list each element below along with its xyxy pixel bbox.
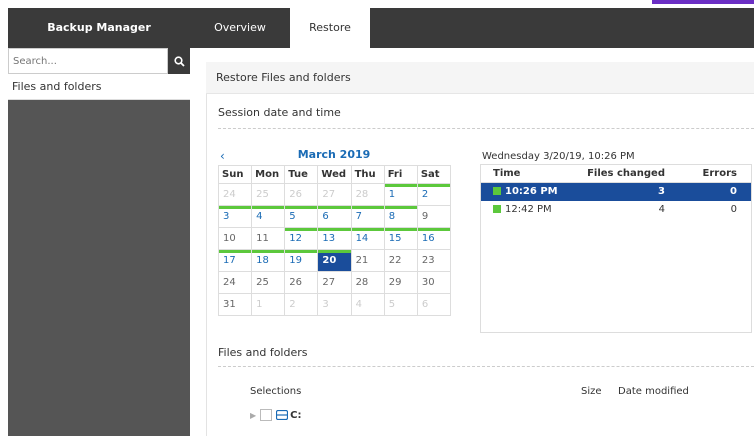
calendar-day: 4 [350,293,385,316]
calendar-day[interactable]: 8 [383,205,418,228]
calendar-day[interactable]: 24 [217,271,253,294]
calendar-day[interactable]: 9 [416,205,452,228]
calendar-day[interactable]: 19 [284,249,319,272]
calendar-day-selected[interactable]: 20 [317,249,352,272]
drive-icon [276,410,289,420]
session-time-text: 12:42 PM [505,204,552,215]
session-time: 10:26 PM [493,183,558,201]
col-time-header: Time [493,168,521,179]
sidebar: Files and folders [8,48,190,436]
sessions-header: Time Files changed Errors [481,165,751,183]
calendar-day: 25 [251,183,286,206]
calendar-day[interactable]: 23 [416,249,452,272]
calendar-day[interactable]: 31 [217,293,253,316]
calendar-day: 6 [416,293,452,316]
files-section-title: Files and folders [218,346,308,359]
calendar-day[interactable]: 30 [416,271,452,294]
calendar-day: 27 [317,183,352,206]
search-input[interactable] [9,49,167,73]
calendar-day[interactable]: 1 [383,183,418,206]
col-errors-header: Errors [702,168,737,179]
calendar-day[interactable]: 2 [416,183,452,206]
session-time-text: 10:26 PM [505,186,558,197]
status-square-icon [493,205,501,213]
calendar-day[interactable]: 21 [350,249,385,272]
drive-label: C: [290,409,302,421]
panel-title: Restore Files and folders [206,62,754,94]
calendar-day[interactable]: 10 [217,227,253,250]
calendar-day[interactable]: 17 [217,249,253,272]
sidebar-item-files-and-folders[interactable]: Files and folders [8,74,190,100]
calendar-day[interactable]: 7 [350,205,385,228]
app-title: Backup Manager [47,21,151,34]
weekday-header: Sun [217,165,253,184]
tab-restore[interactable]: Restore [290,8,370,48]
session-row-selected[interactable]: 10:26 PM 3 0 [481,183,751,201]
col-date-header: Date modified [618,386,689,397]
search-box [8,48,168,74]
top-bar: Backup Manager Overview Restore [8,8,754,48]
session-row[interactable]: 12:42 PM 4 0 [481,201,751,219]
calendar-day[interactable]: 12 [284,227,319,250]
drive-checkbox[interactable] [260,409,273,421]
calendar-day[interactable]: 11 [251,227,286,250]
calendar-day[interactable]: 13 [317,227,352,250]
calendar-day: 28 [350,183,385,206]
session-errors-count: 0 [730,204,737,215]
calendar-day: 3 [317,293,352,316]
weekday-header: Wed [317,165,352,184]
calendar-day: 5 [383,293,418,316]
status-square-icon [493,187,501,195]
corner-accent [652,0,754,4]
session-time: 12:42 PM [493,201,552,219]
calendar-day[interactable]: 6 [317,205,352,228]
calendar-day[interactable]: 22 [383,249,418,272]
tree-row-drive-c: ▶ C: [250,408,302,422]
weekday-header: Sat [416,165,452,184]
calendar-day[interactable]: 5 [284,205,319,228]
calendar-month-label: March 2019 [297,148,371,161]
calendar-day[interactable]: 29 [383,271,418,294]
col-files-header: Files changed [587,168,665,179]
files-divider [218,366,754,367]
session-date-label: Wednesday 3/20/19, 10:26 PM [482,151,635,162]
calendar-day[interactable]: 16 [416,227,452,250]
calendar-day[interactable]: 18 [251,249,286,272]
session-section-title: Session date and time [218,106,341,119]
sessions-table: Time Files changed Errors 10:26 PM 3 0 1… [480,164,752,333]
calendar-day[interactable]: 15 [383,227,418,250]
calendar-day[interactable]: 25 [251,271,286,294]
weekday-header: Fri [383,165,418,184]
session-errors-count: 0 [730,186,737,197]
calendar-day[interactable]: 4 [251,205,286,228]
search-icon [173,55,185,67]
calendar-day[interactable]: 14 [350,227,385,250]
expand-triangle-icon[interactable]: ▶ [250,411,256,420]
weekday-header: Thu [350,165,385,184]
session-divider [218,128,754,129]
calendar-day[interactable]: 28 [350,271,385,294]
search-button[interactable] [168,48,190,74]
weekday-header: Mon [251,165,286,184]
tab-overview[interactable]: Overview [190,8,290,48]
calendar-day[interactable]: 27 [317,271,352,294]
calendar-day: 24 [217,183,253,206]
calendar-day: 1 [251,293,286,316]
calendar-day[interactable]: 26 [284,271,319,294]
calendar-day: 26 [284,183,319,206]
calendar-day: 2 [284,293,319,316]
session-files-count: 4 [658,204,665,215]
calendar-day[interactable]: 3 [217,205,253,228]
main-panel: Restore Files and folders Session date a… [190,48,754,436]
col-size-header: Size [581,386,602,397]
session-files-count: 3 [658,186,665,197]
calendar-grid: Sun Mon Tue Wed Thu Fri Sat 24 25 26 27 28 1 2 3 4 5 6 7 8… [217,165,452,316]
col-selections-header: Selections [250,386,302,397]
weekday-header: Tue [284,165,319,184]
